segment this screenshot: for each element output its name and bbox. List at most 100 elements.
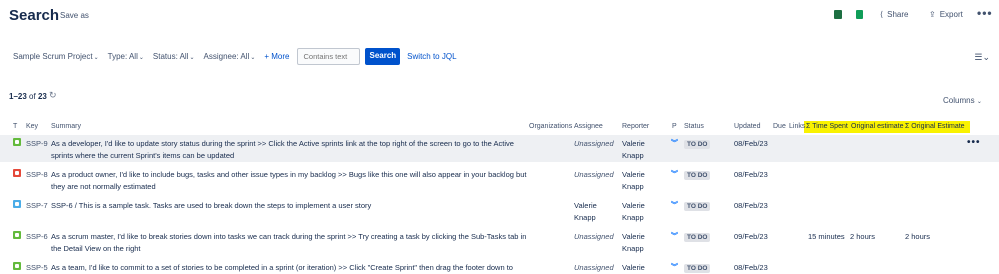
col-assignee[interactable]: Assignee xyxy=(574,123,603,130)
col-updated[interactable]: Updated xyxy=(734,123,760,130)
issue-updated: 09/Feb/23 xyxy=(734,232,768,241)
switch-to-jql-link[interactable]: Switch to JQL xyxy=(407,52,456,61)
google-sheets-icon xyxy=(856,10,863,19)
col-time-spent[interactable]: Σ Time Spent xyxy=(806,123,848,130)
task-icon xyxy=(13,200,21,208)
issue-assignee: Unassigned xyxy=(574,139,614,148)
refresh-icon[interactable]: ↻ xyxy=(49,90,57,101)
result-count: 1–23 of 23 xyxy=(9,92,47,101)
priority-low-icon: ︾ xyxy=(671,233,678,240)
story-icon xyxy=(13,262,21,270)
search-button[interactable]: Search xyxy=(365,47,401,65)
result-count-range: 1–23 xyxy=(9,92,27,101)
status-filter[interactable]: Status: All⌄ xyxy=(153,52,195,61)
story-icon xyxy=(13,231,21,239)
more-actions-button[interactable]: ••• xyxy=(977,6,993,20)
issue-summary[interactable]: As a team, I'd like to commit to a set o… xyxy=(51,262,531,274)
col-status[interactable]: Status xyxy=(684,123,704,130)
project-filter[interactable]: Sample Scrum Project⌄ xyxy=(13,52,99,61)
row-actions-button[interactable]: ••• xyxy=(967,137,981,149)
result-count-total: 23 xyxy=(37,92,47,101)
project-filter-label: Sample Scrum Project xyxy=(13,51,93,61)
type-filter-label: Type: All xyxy=(107,51,138,61)
chevron-down-icon: ⌄ xyxy=(93,54,99,61)
bug-icon xyxy=(13,169,21,177)
chevron-down-icon: ⌄ xyxy=(138,54,144,61)
issue-updated: 08/Feb/23 xyxy=(734,139,768,148)
issue-summary[interactable]: SSP-6 / This is a sample task. Tasks are… xyxy=(51,200,531,212)
table-row[interactable]: SSP-6 As a scrum master, I'd like to bre… xyxy=(0,228,999,255)
col-original-estimate[interactable]: Original estimate xyxy=(851,123,904,130)
status-badge[interactable]: TO DO xyxy=(684,171,711,180)
issue-key[interactable]: SSP-7 xyxy=(26,200,48,212)
issue-key[interactable]: SSP-5 xyxy=(26,262,48,274)
issue-updated: 08/Feb/23 xyxy=(734,170,768,179)
export-google-sheets-button[interactable] xyxy=(856,10,863,19)
chevron-down-icon: ⌄ xyxy=(189,54,195,61)
columns-label: Columns xyxy=(943,96,975,105)
table-row[interactable]: SSP-5 As a team, I'd like to commit to a… xyxy=(0,259,999,274)
story-icon xyxy=(13,138,21,146)
priority-low-icon: ︾ xyxy=(671,202,678,209)
issue-reporter: Valerie Knapp xyxy=(622,139,645,160)
issue-assignee: Unassigned xyxy=(574,232,614,241)
table-row[interactable]: SSP-9 As a developer, I'd like to update… xyxy=(0,135,999,162)
table-row[interactable]: SSP-7 SSP-6 / This is a sample task. Tas… xyxy=(0,197,999,224)
export-button[interactable]: ⇪ Export xyxy=(929,10,963,19)
issue-summary[interactable]: As a scrum master, I'd like to break sto… xyxy=(51,231,531,255)
issue-updated: 08/Feb/23 xyxy=(734,201,768,210)
issue-reporter: Valerie Knapp xyxy=(622,263,645,272)
issue-reporter: Valerie Knapp xyxy=(622,232,645,253)
col-organizations[interactable]: Organizations xyxy=(529,123,572,130)
issue-summary[interactable]: As a developer, I'd like to update story… xyxy=(51,138,531,162)
contains-text-input[interactable] xyxy=(297,47,361,65)
table-row[interactable]: SSP-8 As a product owner, I'd like to in… xyxy=(0,166,999,193)
issue-assignee: Unassigned xyxy=(574,263,614,272)
col-due[interactable]: Due xyxy=(773,123,786,130)
columns-button[interactable]: Columns ⌄ xyxy=(943,96,982,105)
assignee-filter-label: Assignee: All xyxy=(203,51,250,61)
share-icon: ⟨ xyxy=(880,10,884,19)
col-links[interactable]: Links xyxy=(789,123,805,130)
status-badge[interactable]: TO DO xyxy=(684,140,711,149)
issue-time-spent: 15 minutes xyxy=(808,232,845,241)
more-filters-button[interactable]: + More xyxy=(264,52,289,61)
col-key[interactable]: Key xyxy=(26,123,38,130)
status-filter-label: Status: All xyxy=(152,51,189,61)
issue-sum-original-estimate: 2 hours xyxy=(905,232,931,241)
col-summary[interactable]: Summary xyxy=(51,123,81,130)
export-icon: ⇪ xyxy=(929,10,936,19)
priority-low-icon: ︾ xyxy=(671,140,678,147)
issue-key[interactable]: SSP-8 xyxy=(26,169,48,181)
col-priority[interactable]: P xyxy=(672,123,677,130)
status-badge[interactable]: TO DO xyxy=(684,264,711,273)
result-count-of: of xyxy=(29,92,36,101)
list-view-icon[interactable]: ☰⌄ xyxy=(974,52,990,63)
page-title: Search xyxy=(9,7,60,24)
chevron-down-icon: ⌄ xyxy=(250,54,256,61)
issue-key[interactable]: SSP-6 xyxy=(26,231,48,243)
type-filter[interactable]: Type: All⌄ xyxy=(108,52,144,61)
issue-assignee: Valerie Knapp xyxy=(574,201,597,222)
filter-bar: Sample Scrum Project⌄ Type: All⌄ Status:… xyxy=(13,47,457,65)
status-badge[interactable]: TO DO xyxy=(684,233,711,242)
issue-reporter: Valerie Knapp xyxy=(622,170,645,191)
export-excel-button[interactable] xyxy=(834,10,842,19)
issue-reporter: Valerie Knapp xyxy=(622,201,645,222)
chevron-down-icon: ⌄ xyxy=(976,99,982,105)
col-reporter[interactable]: Reporter xyxy=(622,123,649,130)
priority-low-icon: ︾ xyxy=(671,171,678,178)
status-badge[interactable]: TO DO xyxy=(684,202,711,211)
col-type[interactable]: T xyxy=(13,123,17,130)
table-header: T Key Summary Organizations Assignee Rep… xyxy=(0,121,999,133)
assignee-filter[interactable]: Assignee: All⌄ xyxy=(204,52,256,61)
issue-key[interactable]: SSP-9 xyxy=(26,138,48,150)
share-label: Share xyxy=(887,10,909,19)
issue-summary[interactable]: As a product owner, I'd like to include … xyxy=(51,169,531,193)
issue-original-estimate: 2 hours xyxy=(850,232,876,241)
export-label: Export xyxy=(939,10,963,19)
excel-icon xyxy=(834,10,842,19)
save-as-button[interactable]: Save as xyxy=(60,11,89,20)
share-button[interactable]: ⟨ Share xyxy=(880,10,908,19)
col-sum-original-estimate[interactable]: Σ Original Estimate xyxy=(905,123,965,130)
